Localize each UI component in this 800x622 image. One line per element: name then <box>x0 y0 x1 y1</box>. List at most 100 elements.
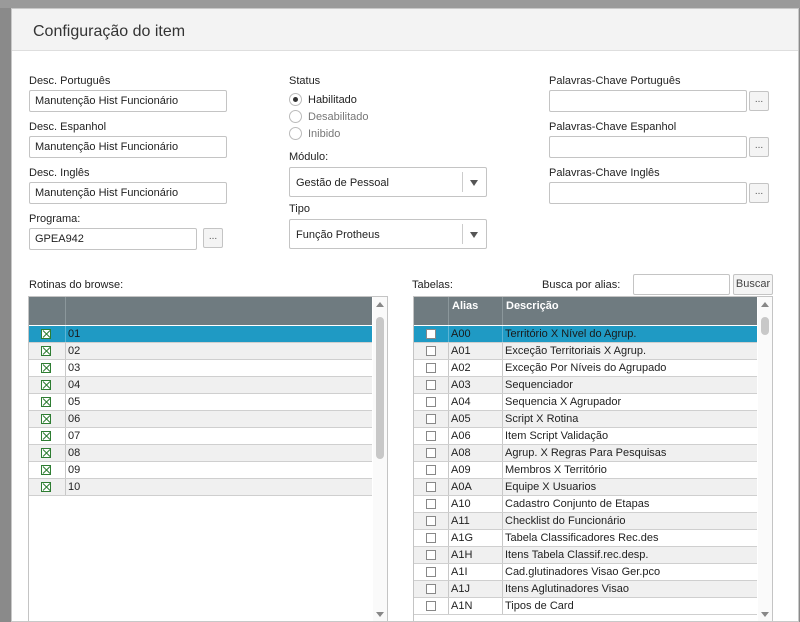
tabela-check-cell[interactable] <box>414 581 449 597</box>
tabela-row[interactable]: A04 Sequencia X Agrupador <box>414 394 757 411</box>
unchecked-box-icon[interactable] <box>426 397 436 407</box>
keywords-pt-input[interactable] <box>549 90 747 112</box>
scroll-up-icon[interactable] <box>761 302 769 307</box>
checked-box-icon[interactable] <box>41 414 51 424</box>
tabela-check-cell[interactable] <box>414 479 449 495</box>
tabela-check-cell[interactable] <box>414 462 449 478</box>
programa-input[interactable]: GPEA942 <box>29 228 197 250</box>
unchecked-box-icon[interactable] <box>426 516 436 526</box>
tabela-row[interactable]: A09 Membros X Território <box>414 462 757 479</box>
rotinas-scrollbar[interactable] <box>373 297 387 621</box>
tabela-row[interactable]: A10 Cadastro Conjunto de Etapas <box>414 496 757 513</box>
tabela-check-cell[interactable] <box>414 394 449 410</box>
rotina-row[interactable]: 10 <box>29 479 372 496</box>
tabela-check-cell[interactable] <box>414 343 449 359</box>
tabela-check-cell[interactable] <box>414 360 449 376</box>
tabela-check-cell[interactable] <box>414 564 449 580</box>
tabela-row[interactable]: A11 Checklist do Funcionário <box>414 513 757 530</box>
unchecked-box-icon[interactable] <box>426 567 436 577</box>
rotina-row[interactable]: 02 <box>29 343 372 360</box>
tabela-check-cell[interactable] <box>414 530 449 546</box>
checked-box-icon[interactable] <box>41 465 51 475</box>
desc-en-input[interactable]: Manutenção Hist Funcionário <box>29 182 227 204</box>
tabela-check-cell[interactable] <box>414 598 449 614</box>
rotina-check-cell[interactable] <box>29 377 66 393</box>
unchecked-box-icon[interactable] <box>426 414 436 424</box>
rotina-check-cell[interactable] <box>29 411 66 427</box>
tabela-row[interactable]: A0A Equipe X Usuarios <box>414 479 757 496</box>
unchecked-box-icon[interactable] <box>426 363 436 373</box>
status-option-inibido[interactable]: Inibido <box>289 127 340 143</box>
busca-alias-input[interactable] <box>633 274 730 295</box>
tabela-row[interactable]: A02 Exceção Por Níveis do Agrupado <box>414 360 757 377</box>
rotina-row[interactable]: 01 <box>29 326 372 343</box>
tabela-check-cell[interactable] <box>414 377 449 393</box>
tabela-row[interactable]: A06 Item Script Validação <box>414 428 757 445</box>
checked-box-icon[interactable] <box>41 329 51 339</box>
checked-box-icon[interactable] <box>41 448 51 458</box>
unchecked-box-icon[interactable] <box>426 482 436 492</box>
rotina-check-cell[interactable] <box>29 428 66 444</box>
checked-box-icon[interactable] <box>41 363 51 373</box>
chevron-down-icon[interactable] <box>470 232 478 238</box>
rotina-row[interactable]: 03 <box>29 360 372 377</box>
unchecked-box-icon[interactable] <box>426 448 436 458</box>
rotina-check-cell[interactable] <box>29 445 66 461</box>
tabelas-grid[interactable]: Alias Descrição A00 Território X Nível do… <box>413 296 773 621</box>
rotinas-value-column-header[interactable] <box>66 297 372 325</box>
scroll-up-icon[interactable] <box>376 302 384 307</box>
tabela-check-cell[interactable] <box>414 411 449 427</box>
tabela-row[interactable]: A1H Itens Tabela Classif.rec.desp. <box>414 547 757 564</box>
tabela-row[interactable]: A1G Tabela Classificadores Rec.des <box>414 530 757 547</box>
tabelas-check-column-header[interactable] <box>414 297 449 325</box>
scroll-down-icon[interactable] <box>761 612 769 617</box>
rotina-row[interactable]: 05 <box>29 394 372 411</box>
scroll-thumb[interactable] <box>761 317 769 335</box>
rotina-row[interactable]: 08 <box>29 445 372 462</box>
rotina-check-cell[interactable] <box>29 343 66 359</box>
buscar-button[interactable]: Buscar <box>733 274 773 295</box>
unchecked-box-icon[interactable] <box>426 499 436 509</box>
unchecked-box-icon[interactable] <box>426 431 436 441</box>
rotina-check-cell[interactable] <box>29 394 66 410</box>
rotinas-check-column-header[interactable] <box>29 297 66 325</box>
tabela-check-cell[interactable] <box>414 547 449 563</box>
rotinas-grid[interactable]: 01 02 03 04 05 06 07 08 09 10 <box>28 296 388 621</box>
tabela-check-cell[interactable] <box>414 326 449 342</box>
rotina-check-cell[interactable] <box>29 326 66 342</box>
keywords-en-input[interactable] <box>549 182 747 204</box>
tabelas-scrollbar[interactable] <box>758 297 772 621</box>
tabela-row[interactable]: A1I Cad.glutinadores Visao Ger.pco <box>414 564 757 581</box>
tabela-row[interactable]: A1N Tipos de Card <box>414 598 757 615</box>
unchecked-box-icon[interactable] <box>426 550 436 560</box>
scroll-down-icon[interactable] <box>376 612 384 617</box>
status-option-desabilitado[interactable]: Desabilitado <box>289 110 369 126</box>
rotina-check-cell[interactable] <box>29 462 66 478</box>
tabela-row[interactable]: A05 Script X Rotina <box>414 411 757 428</box>
checked-box-icon[interactable] <box>41 346 51 356</box>
unchecked-box-icon[interactable] <box>426 465 436 475</box>
tabela-check-cell[interactable] <box>414 513 449 529</box>
tabela-row[interactable]: A01 Exceção Territoriais X Agrup. <box>414 343 757 360</box>
descricao-column-header[interactable]: Descrição <box>503 297 757 325</box>
tabela-row[interactable]: A1J Itens Aglutinadores Visao <box>414 581 757 598</box>
unchecked-box-icon[interactable] <box>426 380 436 390</box>
unchecked-box-icon[interactable] <box>426 601 436 611</box>
tabela-check-cell[interactable] <box>414 428 449 444</box>
keywords-en-button[interactable]: ... <box>749 183 769 203</box>
checked-box-icon[interactable] <box>41 482 51 492</box>
status-option-habilitado[interactable]: Habilitado <box>289 93 357 109</box>
tipo-select[interactable]: Função Protheus <box>289 219 487 249</box>
tabela-row[interactable]: A03 Sequenciador <box>414 377 757 394</box>
rotina-row[interactable]: 07 <box>29 428 372 445</box>
rotina-row[interactable]: 06 <box>29 411 372 428</box>
rotina-check-cell[interactable] <box>29 360 66 376</box>
rotina-row[interactable]: 04 <box>29 377 372 394</box>
radio-unchecked-icon[interactable] <box>289 110 302 123</box>
tabela-row[interactable]: A00 Território X Nível do Agrup. <box>414 326 757 343</box>
radio-checked-icon[interactable] <box>289 93 302 106</box>
scroll-thumb[interactable] <box>376 317 384 459</box>
tabela-check-cell[interactable] <box>414 445 449 461</box>
radio-unchecked-icon[interactable] <box>289 127 302 140</box>
unchecked-box-icon[interactable] <box>426 346 436 356</box>
